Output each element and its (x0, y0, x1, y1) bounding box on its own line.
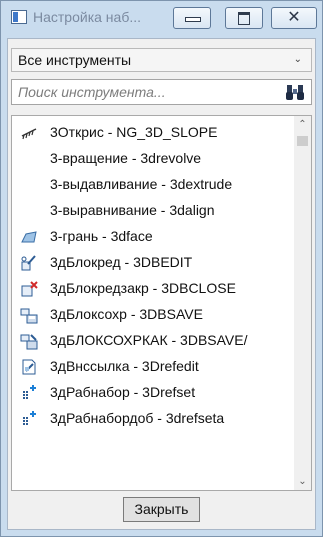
tool-list-item-label: 3дБлоксохр - 3DBSAVE (50, 306, 203, 322)
tool-list-item-label: 3дБлокредзакр - 3DBCLOSE (50, 280, 236, 296)
tool-list[interactable]: 3Открис - NG_3D_SLOPE 3-вращение - 3drevo… (11, 115, 312, 491)
block-save-as-icon (20, 332, 38, 350)
tool-list-item-label: 3-выдавливание - 3dextrude (50, 176, 233, 192)
close-icon: ✕ (287, 9, 301, 26)
tool-list-item-label: 3Открис - NG_3D_SLOPE (50, 124, 218, 140)
tool-list-item-label: 3дРабнабордоб - 3drefseta (50, 410, 225, 426)
tool-list-item[interactable]: 3-грань - 3dface (12, 224, 292, 250)
window-title: Настройка наб... (33, 9, 142, 25)
tool-list-item[interactable]: 3дБЛОКСОХРКАК - 3DBSAVE/ (12, 328, 292, 354)
block-save-icon (20, 306, 38, 324)
xref-edit-icon (20, 358, 38, 376)
search-input[interactable]: Поиск инструмента... (11, 79, 312, 105)
block-close-icon (20, 280, 38, 298)
app-icon (11, 10, 27, 24)
scroll-thumb[interactable] (297, 136, 308, 146)
slope-icon (20, 124, 38, 142)
block-edit-icon (20, 254, 38, 272)
tool-list-item[interactable]: 3-выравнивание - 3dalign (12, 198, 292, 224)
close-window-button[interactable]: ✕ (271, 7, 317, 29)
chevron-down-icon: ⌄ (293, 54, 302, 65)
scroll-down-arrow-icon[interactable]: ⌄ (294, 473, 311, 490)
tool-list-item[interactable]: 3дРабнабордоб - 3drefseta (12, 406, 292, 432)
binoculars-icon[interactable] (285, 83, 305, 101)
tool-list-item[interactable]: 3дБлокред - 3DBEDIT (12, 250, 292, 276)
tool-list-item-label: 3-грань - 3dface (50, 228, 153, 244)
tool-list-item-label: 3-выравнивание - 3dalign (50, 202, 215, 218)
3dface-icon (20, 228, 38, 246)
tool-list-item-label: 3дВнссылка - 3Drefedit (50, 358, 199, 374)
tool-list-item-label: 3-вращение - 3drevolve (50, 150, 202, 166)
tool-list-item[interactable]: 3Открис - NG_3D_SLOPE (12, 120, 292, 146)
maximize-button[interactable] (225, 7, 263, 29)
close-button[interactable]: Закрыть (123, 497, 200, 522)
list-scrollbar[interactable]: ⌃ ⌄ (294, 116, 311, 490)
title-bar[interactable]: Настройка наб... ✕ (1, 1, 322, 35)
refset-add-icon (20, 410, 38, 428)
tool-list-item[interactable]: 3дБлоксохр - 3DBSAVE (12, 302, 292, 328)
tool-filter-dropdown[interactable]: Все инструменты ⌄ (11, 48, 312, 72)
tool-list-item-label: 3дБлокред - 3DBEDIT (50, 254, 193, 270)
tool-list-item[interactable]: 3дРабнабор - 3Drefset (12, 380, 292, 406)
refset-add-icon (20, 384, 38, 402)
tool-list-item-label: 3дБЛОКСОХРКАК - 3DBSAVE/ (50, 332, 248, 348)
minimize-button[interactable] (173, 7, 211, 29)
tool-filter-value: Все инструменты (18, 52, 132, 68)
tool-list-item[interactable]: 3дВнссылка - 3Drefedit (12, 354, 292, 380)
tool-list-item[interactable]: 3-выдавливание - 3dextrude (12, 172, 292, 198)
tool-list-item[interactable]: 3-вращение - 3drevolve (12, 146, 292, 172)
tool-list-item-label: 3дРабнабор - 3Drefset (50, 384, 196, 400)
scroll-up-arrow-icon[interactable]: ⌃ (294, 116, 311, 133)
tool-list-item[interactable]: 3дБлокредзакр - 3DBCLOSE (12, 276, 292, 302)
